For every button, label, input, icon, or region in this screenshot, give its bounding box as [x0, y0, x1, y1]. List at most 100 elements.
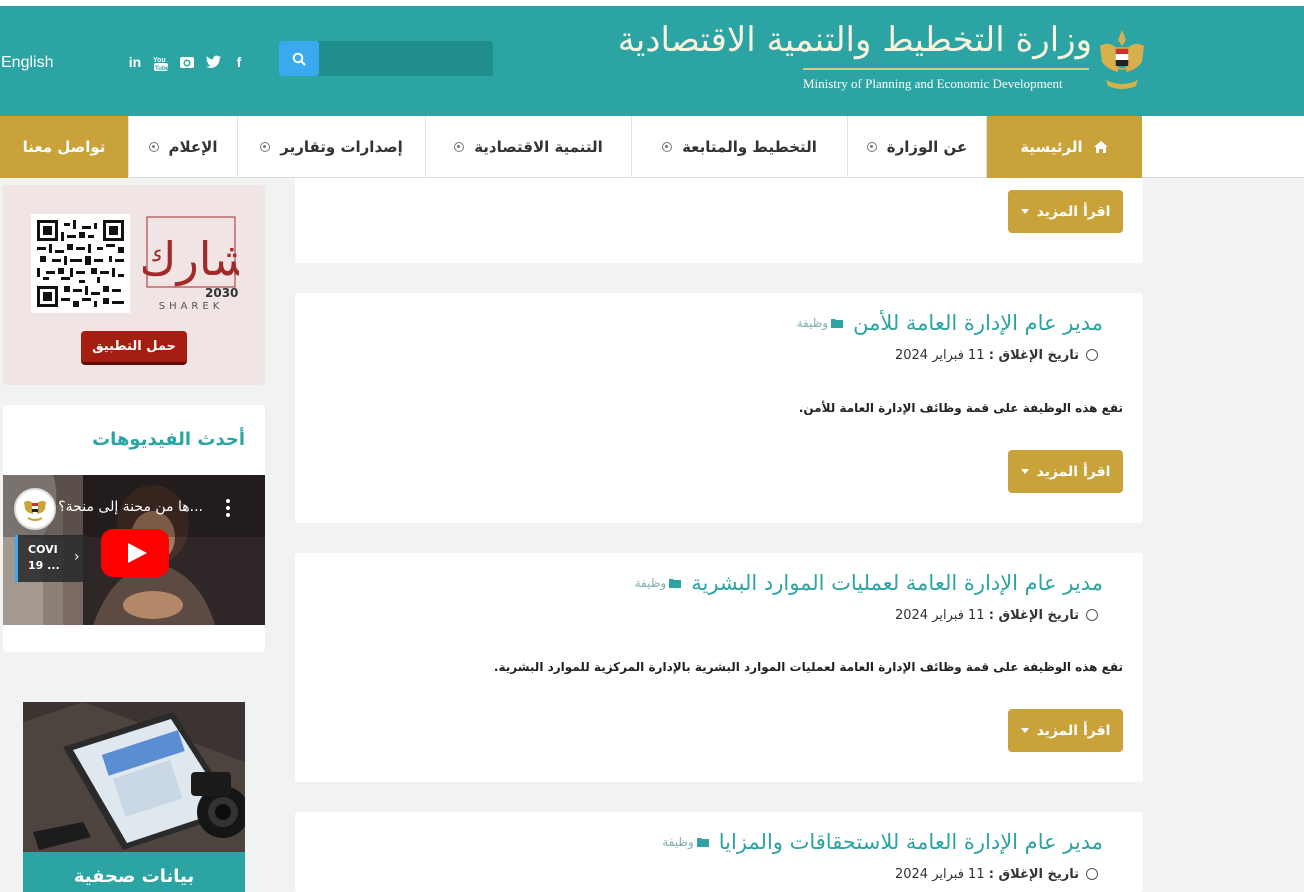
playlist-badge[interactable]: COVI 19 ... ›: [15, 535, 87, 582]
channel-avatar[interactable]: [14, 488, 56, 530]
closing-date-label: تاريخ الإغلاق :: [988, 608, 1079, 623]
twitter-icon[interactable]: [204, 54, 222, 75]
post-title-row: مدير عام الإدارة العامة للأمن وظيفة: [797, 311, 1103, 335]
post-title[interactable]: مدير عام الإدارة العامة للاستحقاقات والم…: [719, 830, 1103, 854]
nav-label-economic: التنمية الاقتصادية: [474, 138, 603, 156]
search-icon: [292, 52, 306, 66]
latest-videos-heading: أحدث الفيديوهات: [92, 429, 245, 450]
site-header: English in You Tube f وزارة التخطيط والتن…: [0, 6, 1304, 116]
read-more-button[interactable]: اقرأ المزيد: [1008, 190, 1123, 233]
read-more-label: اقرأ المزيد: [1036, 463, 1111, 480]
sharek-app-card: شارك 2030 SHAREK حمل التطبيق: [3, 185, 265, 385]
sharek-logo: شارك 2030 SHAREK: [139, 215, 251, 312]
press-releases-title[interactable]: بيانات صحفية: [23, 852, 245, 892]
post-card: مدير عام الإدارة العامة للأمن وظيفة تاري…: [295, 293, 1143, 523]
nav-item-publications[interactable]: إصدارات وتقارير: [237, 116, 425, 178]
facebook-icon[interactable]: f: [230, 54, 248, 75]
search-input[interactable]: [323, 41, 491, 76]
playlist-badge-line1: COVI: [28, 543, 58, 556]
instagram-icon[interactable]: [178, 54, 196, 75]
qr-code-image: [31, 214, 130, 313]
nav-label-publications: إصدارات وتقارير: [280, 138, 403, 156]
dropdown-circle-icon: [662, 142, 673, 152]
play-icon: [101, 529, 169, 577]
logo-divider: [803, 68, 1089, 70]
dropdown-circle-icon: [260, 142, 271, 152]
post-category[interactable]: وظيفة: [796, 316, 844, 330]
read-more-button[interactable]: اقرأ المزيد: [1008, 709, 1123, 752]
dropdown-circle-icon: [148, 142, 159, 152]
caret-down-icon: [1020, 728, 1029, 733]
ministry-logo-english: Ministry of Planning and Economic Develo…: [803, 76, 1063, 91]
post-title[interactable]: مدير عام الإدارة العامة لعمليات الموارد …: [691, 571, 1103, 595]
closing-date-label: تاريخ الإغلاق :: [988, 867, 1079, 882]
caret-down-icon: [1020, 469, 1029, 474]
dropdown-circle-icon: [866, 142, 877, 152]
sharek-brand-english: SHAREK: [159, 301, 224, 311]
playlist-badge-line2: 19 ...: [28, 559, 60, 572]
closing-date: تاريخ الإغلاق : 11 فبراير 2024: [895, 867, 1079, 882]
svg-text:You: You: [153, 57, 166, 64]
video-title[interactable]: ...ها من محنة إلى منحة؟: [58, 499, 203, 515]
closing-date: تاريخ الإغلاق : 11 فبراير 2024: [895, 608, 1079, 623]
home-icon: [1093, 141, 1108, 153]
post-excerpt: تقع هذه الوظيفة على قمة وظائف الإدارة ال…: [493, 660, 1123, 674]
post-card: مدير عام الإدارة العامة للاستحقاقات والم…: [295, 812, 1143, 892]
youtube-video-embed[interactable]: ...ها من محنة إلى منحة؟ COVI 19 ... ›: [3, 475, 265, 625]
post-category-label: وظيفة: [634, 576, 667, 590]
search-button[interactable]: [279, 41, 319, 76]
nav-label-home: الرئيسية: [1020, 138, 1083, 156]
youtube-icon[interactable]: You Tube: [152, 54, 170, 75]
post-excerpt: تقع هذه الوظيفة على قمة وظائف الإدارة ال…: [798, 401, 1123, 415]
closing-date-value: 11 فبراير 2024: [894, 867, 985, 882]
clock-icon: [1086, 349, 1098, 361]
nav-label-about: عن الوزارة: [886, 138, 968, 156]
read-more-label: اقرأ المزيد: [1036, 203, 1111, 220]
main-navigation: الرئيسية عن الوزارة التخطيط والمتابعة ال…: [0, 116, 1304, 178]
linkedin-icon[interactable]: in: [126, 54, 144, 75]
post-category[interactable]: وظيفة: [662, 835, 709, 849]
post-category[interactable]: وظيفة: [634, 576, 682, 590]
read-more-label: اقرأ المزيد: [1036, 722, 1111, 739]
sharek-brand-arabic: شارك: [143, 232, 239, 287]
download-app-button[interactable]: حمل التطبيق: [81, 331, 187, 365]
video-menu-icon[interactable]: [225, 499, 231, 517]
eagle-icon: [24, 500, 46, 521]
nav-label-contact: تواصل معنا: [22, 138, 106, 156]
post-title[interactable]: مدير عام الإدارة العامة للأمن: [853, 311, 1103, 335]
clock-icon: [1086, 609, 1098, 621]
nav-label-planning: التخطيط والمتابعة: [682, 138, 817, 156]
caret-down-icon: [1020, 209, 1029, 214]
nav-item-planning[interactable]: التخطيط والمتابعة: [631, 116, 847, 178]
folder-icon: [831, 319, 844, 328]
nav-item-economic[interactable]: التنمية الاقتصادية: [425, 116, 631, 178]
closing-date: تاريخ الإغلاق : 11 فبراير 2024: [895, 348, 1079, 363]
nav-item-contact[interactable]: تواصل معنا: [0, 116, 128, 178]
nav-item-home[interactable]: الرئيسية: [986, 116, 1142, 178]
nav-label-media: الإعلام: [168, 138, 218, 156]
youtube-play-button[interactable]: [101, 529, 169, 577]
dropdown-circle-icon: [454, 142, 465, 152]
post-category-label: وظيفة: [796, 316, 829, 330]
post-category-label: وظيفة: [662, 835, 694, 849]
post-title-row: مدير عام الإدارة العامة للاستحقاقات والم…: [662, 830, 1103, 854]
post-card: اقرأ المزيد: [295, 178, 1143, 263]
latest-videos-card: أحدث الفيديوهات ...ها من محنة إلى منحة؟ …: [3, 405, 265, 652]
folder-icon: [669, 579, 682, 588]
social-links: in You Tube f: [126, 54, 248, 75]
closing-date-value: 11 فبراير 2024: [894, 348, 985, 363]
read-more-button[interactable]: اقرأ المزيد: [1008, 450, 1123, 493]
language-switch-link[interactable]: English: [1, 54, 53, 72]
press-releases-card[interactable]: بيانات صحفية: [23, 702, 249, 892]
post-card: مدير عام الإدارة العامة لعمليات الموارد …: [295, 553, 1143, 782]
clock-icon: [1086, 868, 1098, 880]
closing-date-value: 11 فبراير 2024: [894, 608, 985, 623]
ministry-logo-arabic: وزارة التخطيط والتنمية الاقتصادية: [617, 20, 1092, 60]
nav-item-media[interactable]: الإعلام: [128, 116, 237, 178]
closing-date-label: تاريخ الإغلاق :: [988, 348, 1079, 363]
svg-text:Tube: Tube: [155, 66, 170, 72]
nav-item-about[interactable]: عن الوزارة: [847, 116, 986, 178]
egypt-eagle-emblem-icon[interactable]: [1096, 26, 1148, 96]
chevron-right-icon: ›: [74, 549, 80, 565]
press-laptop-image: [23, 702, 249, 852]
